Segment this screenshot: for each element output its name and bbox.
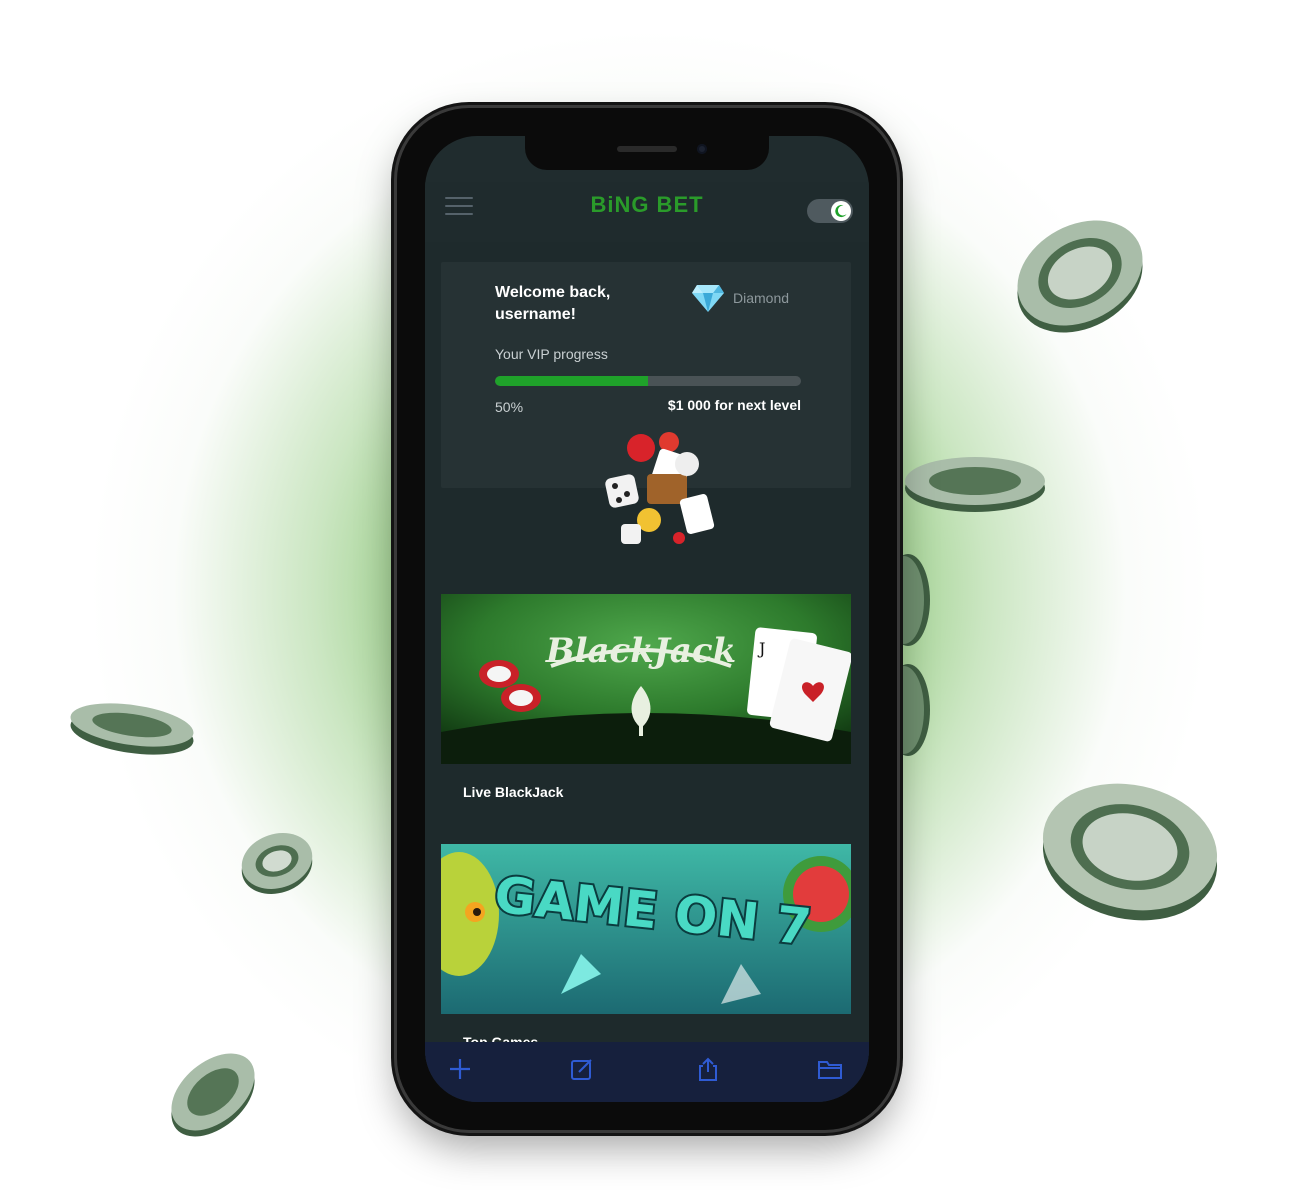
browser-toolbar (425, 1042, 869, 1102)
toggle-knob (831, 201, 851, 221)
phone-notch (525, 136, 769, 170)
poker-chip-decoration (171, 1053, 255, 1137)
compose-icon[interactable] (569, 1056, 595, 1082)
app-header: BiNG BET (425, 182, 869, 242)
banner-text: BlackJack (545, 631, 736, 671)
game-on-banner-art: GAME ON 7 (441, 844, 851, 1014)
poker-chip-decoration (241, 833, 313, 894)
logo-text: BiNG BET (590, 192, 704, 217)
welcome-text: Welcome back, username! (495, 284, 611, 323)
game-on-banner[interactable]: GAME ON 7 (441, 844, 851, 1014)
folder-icon[interactable] (817, 1056, 843, 1082)
vip-progress-percent: 50% (495, 399, 524, 415)
phone-screen: BiNG BET Welcome back, username! Diamond… (425, 136, 869, 1102)
moon-icon (835, 205, 847, 218)
vip-progress-label: Your VIP progress (495, 346, 608, 362)
diamond-icon (692, 285, 724, 312)
game-title[interactable]: Live BlackJack (463, 784, 851, 800)
vip-card: Welcome back, username! Diamond Your VIP… (441, 262, 851, 544)
speaker (617, 146, 677, 152)
camera (697, 144, 707, 154)
vip-progress-bar (495, 376, 801, 386)
casino-items-illustration (605, 432, 715, 544)
phone-mockup: BiNG BET Welcome back, username! Diamond… (397, 108, 897, 1130)
hamburger-menu-icon[interactable] (445, 197, 473, 217)
poker-chip-decoration (905, 457, 1045, 512)
poker-chip-decoration (1042, 783, 1218, 921)
blackjack-banner-art: BlackJack J (441, 594, 851, 764)
game-card[interactable]: BlackJack J Live BlackJack (441, 594, 851, 800)
main-content: Welcome back, username! Diamond Your VIP… (425, 242, 869, 1062)
plus-icon[interactable] (447, 1056, 473, 1082)
poker-chip-decoration (70, 703, 194, 755)
brand-logo[interactable]: BiNG BET (575, 192, 719, 217)
game-card[interactable]: GAME ON 7 Top Games (441, 844, 851, 1050)
tier-name: Diamond (733, 290, 790, 306)
blackjack-banner[interactable]: BlackJack J (441, 594, 851, 764)
next-level-text: $1 000 for next level (667, 397, 801, 413)
theme-toggle[interactable] (807, 199, 853, 223)
svg-text:J: J (757, 639, 765, 658)
poker-chip-decoration (1017, 220, 1143, 333)
vip-progress-fill (495, 376, 648, 386)
share-icon[interactable] (695, 1056, 721, 1082)
vip-tier: Diamond (691, 280, 789, 316)
